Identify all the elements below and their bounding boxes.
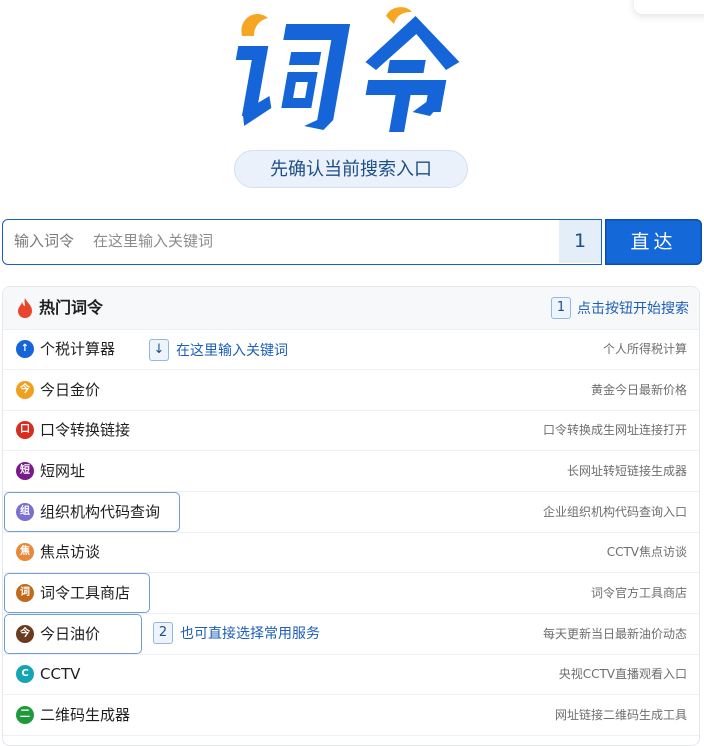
gold-icon: 今 xyxy=(16,381,34,399)
item-description: 网址链接二维码生成工具 xyxy=(554,708,687,722)
step-badge-1: 1 xyxy=(559,220,601,263)
qr-code-icon: 二 xyxy=(16,706,34,724)
org-code-icon: 组 xyxy=(16,503,34,521)
password-icon: 口 xyxy=(16,421,34,439)
item-name: 个税计算器 xyxy=(40,340,116,358)
item-name: 口令转换链接 xyxy=(40,421,131,439)
step-badge-1: 1 xyxy=(551,297,571,319)
logo xyxy=(235,7,460,132)
go-button[interactable]: 直达 xyxy=(605,219,702,265)
panel-header: 热门词令 1 点击按钮开始搜索 xyxy=(3,287,699,330)
list-item[interactable]: 组组织机构代码查询 企业组织机构代码查询入口 xyxy=(3,492,699,533)
service-hint: 2 也可直接选择常用服务 xyxy=(153,622,320,644)
list-item[interactable]: 今今日油价 每天更新当日最新油价动态 xyxy=(3,614,699,655)
panel-title: 热门词令 xyxy=(39,298,104,317)
item-name: 今日油价 xyxy=(40,625,101,643)
search-bar: 输入词令 在这里输入关键词 1 直达 xyxy=(2,219,702,265)
service-hint-text: 也可直接选择常用服务 xyxy=(180,626,320,642)
search-input[interactable]: 输入词令 在这里输入关键词 1 xyxy=(2,219,602,265)
item-description: 词令官方工具商店 xyxy=(590,586,687,600)
hot-commands-panel: 热门词令 1 点击按钮开始搜索 ↑ 个税计算器 个人所得税计算今今日金价 黄金今日最新… xyxy=(2,286,700,746)
item-description: 个人所得税计算 xyxy=(602,342,687,356)
corner-card xyxy=(634,0,704,14)
item-name: 短网址 xyxy=(40,462,86,480)
list-item[interactable]: 二二维码生成器 网址链接二维码生成工具 xyxy=(3,695,699,736)
focus-icon: 焦 xyxy=(16,543,34,561)
oil-icon: 今 xyxy=(16,625,34,643)
list-item[interactable]: ↑ 个税计算器 个人所得税计算 xyxy=(3,329,699,370)
tool-store-icon: 词 xyxy=(16,584,34,602)
item-description: 长网址转短链接生成器 xyxy=(566,464,687,478)
header-hint-text: 点击按钮开始搜索 xyxy=(577,301,689,317)
input-hint: ↓ 在这里输入关键词 xyxy=(149,339,288,361)
item-name: 二维码生成器 xyxy=(40,706,131,724)
arrow-up-icon: ↑ xyxy=(16,340,34,358)
search-placeholder: 在这里输入关键词 xyxy=(93,232,214,250)
item-description: 黄金今日最新价格 xyxy=(590,383,687,397)
short-url-icon: 短 xyxy=(16,462,34,480)
list-item[interactable]: 今今日金价 黄金今日最新价格 xyxy=(3,370,699,411)
item-name: 焦点访谈 xyxy=(40,543,101,561)
item-description: CCTV焦点访谈 xyxy=(606,545,687,559)
fire-icon xyxy=(18,298,32,318)
item-description: 央视CCTV直播观看入口 xyxy=(558,667,687,681)
item-description: 企业组织机构代码查询入口 xyxy=(542,505,687,519)
list-item[interactable]: 口口令转换链接 口令转换成生网址连接打开 xyxy=(3,410,699,451)
item-name: 词令工具商店 xyxy=(40,584,131,602)
arrow-down-icon: ↓ xyxy=(149,339,169,361)
step-badge-2: 2 xyxy=(153,622,173,644)
input-hint-text: 在这里输入关键词 xyxy=(176,343,288,359)
item-name: 今日金价 xyxy=(40,381,101,399)
list-item[interactable]: 词词令工具商店 词令官方工具商店 xyxy=(3,573,699,614)
item-description: 口令转换成生网址连接打开 xyxy=(542,423,687,437)
item-name: 组织机构代码查询 xyxy=(40,503,161,521)
confirm-entry-pill[interactable]: 先确认当前搜索入口 xyxy=(234,150,468,188)
header-hint: 1 点击按钮开始搜索 xyxy=(551,297,689,319)
list-item[interactable]: 短短网址 长网址转短链接生成器 xyxy=(3,451,699,492)
search-prefix-label: 输入词令 xyxy=(14,232,75,250)
cctv-icon: C xyxy=(16,665,34,683)
list-item[interactable]: 焦焦点访谈 CCTV焦点访谈 xyxy=(3,532,699,573)
item-description: 每天更新当日最新油价动态 xyxy=(542,627,687,641)
item-name: CCTV xyxy=(40,665,81,683)
list-item[interactable]: C CCTV 央视CCTV直播观看入口 xyxy=(3,654,699,695)
